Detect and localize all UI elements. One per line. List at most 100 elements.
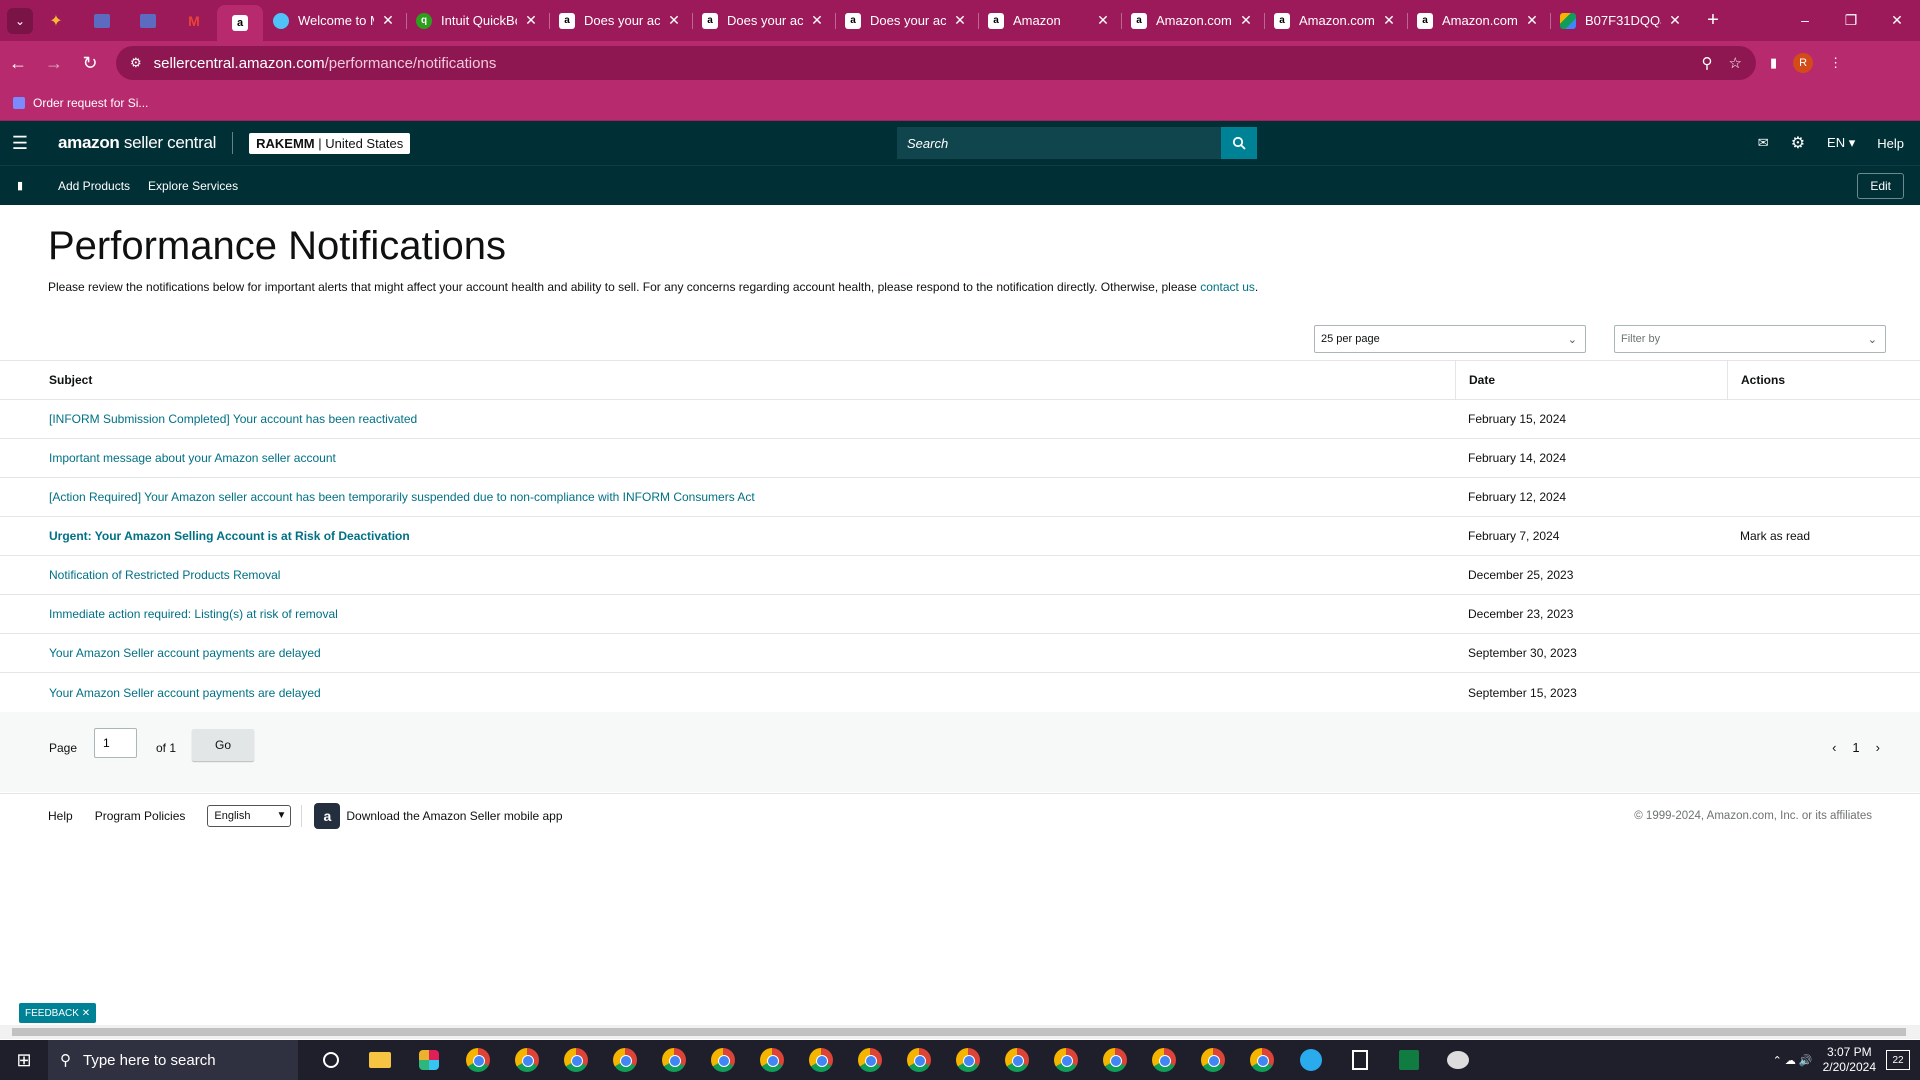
search-button[interactable] — [1221, 127, 1257, 159]
close-tab-icon[interactable]: ✕ — [1095, 12, 1111, 29]
notification-subject-link[interactable]: Important message about your Amazon sell… — [49, 451, 336, 465]
pinned-tab-clickup[interactable]: ✦ — [33, 5, 79, 37]
browser-tab[interactable]: a Does your acc ✕ — [692, 5, 835, 37]
browser-tab[interactable]: B07F31DQQJ ✕ — [1550, 5, 1693, 37]
column-header-date[interactable]: Date — [1455, 361, 1727, 399]
taskbar-paint-icon[interactable] — [1433, 1040, 1482, 1080]
taskbar-chrome-icon[interactable] — [1090, 1040, 1139, 1080]
bookmark-star-icon[interactable]: ☆ — [1729, 54, 1742, 72]
taskbar-chrome-icon[interactable] — [1041, 1040, 1090, 1080]
pinned-tab-list-2[interactable] — [125, 5, 171, 37]
browser-menu-icon[interactable]: ⋮ — [1829, 55, 1842, 71]
taskbar-slack-icon[interactable] — [404, 1040, 453, 1080]
taskbar-file-explorer-icon[interactable] — [355, 1040, 404, 1080]
taskbar-calculator-icon[interactable] — [1335, 1040, 1384, 1080]
filter-by-select[interactable]: Filter by ⌄ — [1614, 325, 1886, 353]
close-tab-icon[interactable]: ✕ — [809, 12, 825, 29]
restore-icon[interactable]: ❐ — [1828, 12, 1874, 29]
taskbar-chrome-icon[interactable] — [600, 1040, 649, 1080]
browser-tab[interactable]: Welcome to M ✕ — [263, 5, 406, 37]
zoom-icon[interactable]: ⚲ — [1702, 54, 1713, 72]
edit-button[interactable]: Edit — [1857, 172, 1904, 199]
taskbar-excel-icon[interactable] — [1384, 1040, 1433, 1080]
next-page-icon[interactable]: › — [1876, 740, 1880, 755]
pinned-tab-amazon[interactable]: a — [217, 5, 263, 41]
contact-us-link[interactable]: contact us — [1200, 280, 1255, 294]
notification-subject-link[interactable]: [INFORM Submission Completed] Your accou… — [49, 412, 417, 426]
browser-tab[interactable]: a Does your acc ✕ — [835, 5, 978, 37]
subnav-add-products[interactable]: Add Products — [58, 179, 130, 193]
go-button[interactable]: Go — [192, 729, 254, 761]
address-bar[interactable]: ⚙ sellercentral.amazon.com/performance/n… — [116, 46, 1756, 80]
taskbar-chrome-icon[interactable] — [943, 1040, 992, 1080]
scrollbar-thumb[interactable] — [12, 1028, 1906, 1036]
taskbar-chrome-icon[interactable] — [796, 1040, 845, 1080]
notification-center-icon[interactable]: 22 — [1886, 1050, 1910, 1070]
browser-tab[interactable]: a Amazon.com: ✕ — [1264, 5, 1407, 37]
close-tab-icon[interactable]: ✕ — [1524, 12, 1540, 29]
language-selector[interactable]: EN ▾ — [1827, 135, 1855, 151]
tab-search-button[interactable]: ⌄ — [7, 7, 33, 34]
taskbar-chrome-icon[interactable] — [551, 1040, 600, 1080]
close-icon[interactable]: ✕ — [82, 1008, 90, 1019]
mail-icon[interactable]: ✉ — [1758, 135, 1769, 151]
reload-icon[interactable]: ↻ — [72, 53, 108, 74]
close-tab-icon[interactable]: ✕ — [1667, 12, 1683, 29]
notification-subject-link[interactable]: Notification of Restricted Products Remo… — [49, 568, 280, 582]
taskbar-chrome-icon[interactable] — [649, 1040, 698, 1080]
account-switcher[interactable]: RAKEMM | United States — [249, 132, 411, 154]
close-tab-icon[interactable]: ✕ — [380, 12, 396, 29]
close-tab-icon[interactable]: ✕ — [1381, 12, 1397, 29]
side-panel-icon[interactable]: ▮ — [1770, 55, 1777, 71]
bookmark-icon[interactable]: ▮ — [0, 179, 40, 192]
current-page-number[interactable]: 1 — [1852, 740, 1859, 755]
close-tab-icon[interactable]: ✕ — [1238, 12, 1254, 29]
notification-subject-link[interactable]: Immediate action required: Listing(s) at… — [49, 607, 338, 621]
help-link[interactable]: Help — [1877, 136, 1904, 151]
search-input[interactable] — [897, 127, 1221, 159]
clock[interactable]: 3:07 PM 2/20/2024 — [1823, 1045, 1876, 1075]
back-icon[interactable]: ← — [0, 53, 36, 74]
taskbar-chrome-icon[interactable] — [747, 1040, 796, 1080]
taskbar-chrome-icon[interactable] — [1188, 1040, 1237, 1080]
browser-tab[interactable]: a Amazon ✕ — [978, 5, 1121, 37]
taskbar-search-box[interactable]: ⚲ Type here to search — [48, 1040, 298, 1080]
notification-subject-link[interactable]: Your Amazon Seller account payments are … — [49, 686, 321, 700]
pinned-tab-gmail[interactable]: M — [171, 5, 217, 37]
profile-avatar[interactable]: R — [1793, 53, 1814, 73]
bookmark-order-request[interactable]: Order request for Si... — [33, 96, 148, 110]
settings-gear-icon[interactable]: ⚙ — [1791, 133, 1805, 153]
notification-subject-link[interactable]: [Action Required] Your Amazon seller acc… — [49, 490, 755, 504]
forward-icon[interactable]: → — [36, 53, 72, 74]
taskbar-chrome-icon[interactable] — [453, 1040, 502, 1080]
mark-as-read-link[interactable]: Mark as read — [1727, 517, 1920, 555]
site-info-icon[interactable]: ⚙ — [130, 55, 142, 71]
taskbar-chrome-icon[interactable] — [1139, 1040, 1188, 1080]
new-tab-button[interactable]: + — [1699, 9, 1727, 32]
footer-program-policies-link[interactable]: Program Policies — [95, 809, 186, 823]
close-window-icon[interactable]: ✕ — [1874, 12, 1920, 29]
previous-page-icon[interactable]: ‹ — [1832, 740, 1836, 755]
close-tab-icon[interactable]: ✕ — [666, 12, 682, 29]
taskbar-chrome-icon[interactable] — [845, 1040, 894, 1080]
page-number-input[interactable] — [94, 728, 137, 758]
browser-tab[interactable]: a Amazon.com: ✕ — [1407, 5, 1550, 37]
download-app-link[interactable]: Download the Amazon Seller mobile app — [346, 809, 562, 823]
feedback-button[interactable]: FEEDBACK ✕ — [19, 1003, 97, 1023]
taskbar-chrome-icon[interactable] — [894, 1040, 943, 1080]
notification-subject-link[interactable]: Your Amazon Seller account payments are … — [49, 646, 321, 660]
taskbar-cortana-icon[interactable] — [306, 1040, 355, 1080]
browser-tab[interactable]: a Does your acc ✕ — [549, 5, 692, 37]
taskbar-chrome-icon[interactable] — [502, 1040, 551, 1080]
close-tab-icon[interactable]: ✕ — [952, 12, 968, 29]
taskbar-chrome-icon[interactable] — [698, 1040, 747, 1080]
per-page-select[interactable]: 25 per page ⌄ — [1314, 325, 1586, 353]
taskbar-chrome-icon[interactable] — [992, 1040, 1041, 1080]
horizontal-scrollbar[interactable] — [0, 1025, 1920, 1039]
footer-language-select[interactable]: English ▼ — [207, 804, 292, 827]
subnav-explore-services[interactable]: Explore Services — [148, 179, 238, 193]
windows-start-icon[interactable]: ⊞ — [0, 1050, 48, 1071]
column-header-subject[interactable]: Subject — [0, 373, 1455, 387]
browser-tab[interactable]: q Intuit QuickBo ✕ — [406, 5, 549, 37]
minimize-icon[interactable]: – — [1782, 12, 1828, 29]
